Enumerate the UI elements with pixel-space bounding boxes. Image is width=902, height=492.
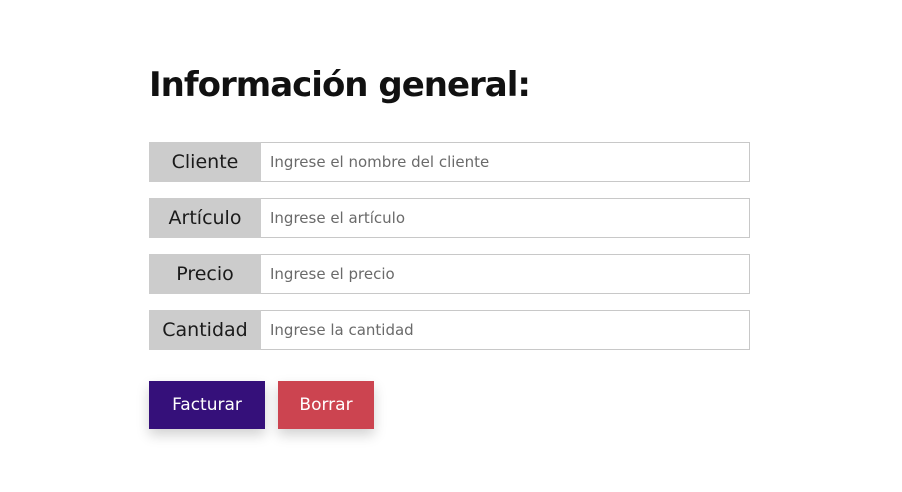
- field-row-precio: Precio: [149, 254, 750, 294]
- borrar-button[interactable]: Borrar: [278, 381, 374, 429]
- page-title: Información general:: [149, 65, 531, 105]
- field-row-articulo: Artículo: [149, 198, 750, 238]
- cantidad-input[interactable]: [261, 310, 750, 350]
- cliente-input[interactable]: [261, 142, 750, 182]
- form-actions: Facturar Borrar: [149, 381, 750, 429]
- field-label-precio: Precio: [149, 254, 261, 294]
- field-label-cliente: Cliente: [149, 142, 261, 182]
- facturar-button[interactable]: Facturar: [149, 381, 265, 429]
- invoice-form: Información general: Cliente Artículo Pr…: [149, 62, 750, 429]
- precio-input[interactable]: [261, 254, 750, 294]
- articulo-input[interactable]: [261, 198, 750, 238]
- field-row-cliente: Cliente: [149, 142, 750, 182]
- field-label-articulo: Artículo: [149, 198, 261, 238]
- form-fields: Cliente Artículo Precio Cantidad: [149, 142, 750, 350]
- field-row-cantidad: Cantidad: [149, 310, 750, 350]
- field-label-cantidad: Cantidad: [149, 310, 261, 350]
